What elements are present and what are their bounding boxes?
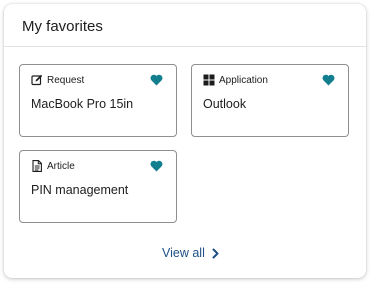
heart-icon[interactable] — [150, 73, 163, 86]
card-type-label: Application — [219, 74, 268, 86]
card-title: MacBook Pro 15in — [31, 97, 134, 111]
edit-icon — [31, 74, 43, 86]
heart-icon[interactable] — [322, 73, 335, 86]
favorite-card-article[interactable]: Article PIN management — [19, 150, 177, 223]
view-all-label: View all — [162, 246, 205, 260]
favorite-card-application[interactable]: Application Outlook — [191, 64, 349, 137]
card-type-label: Article — [47, 160, 75, 172]
favorite-card-request[interactable]: Request MacBook Pro 15in — [19, 64, 177, 137]
card-type: Request — [31, 74, 84, 86]
heart-icon[interactable] — [150, 159, 163, 172]
view-all-link[interactable]: View all — [162, 246, 220, 260]
card-type-label: Request — [47, 74, 85, 86]
grid-icon — [203, 74, 215, 86]
card-type: Article — [31, 160, 75, 172]
chevron-right-icon — [211, 248, 220, 259]
divider — [4, 46, 366, 47]
panel-title: My favorites — [22, 18, 103, 35]
card-title: PIN management — [31, 183, 129, 197]
card-title: Outlook — [203, 97, 247, 111]
document-icon — [31, 160, 43, 172]
card-type: Application — [203, 74, 268, 86]
favorites-panel: My favorites Request MacBook Pro 15in Ap… — [4, 4, 366, 278]
